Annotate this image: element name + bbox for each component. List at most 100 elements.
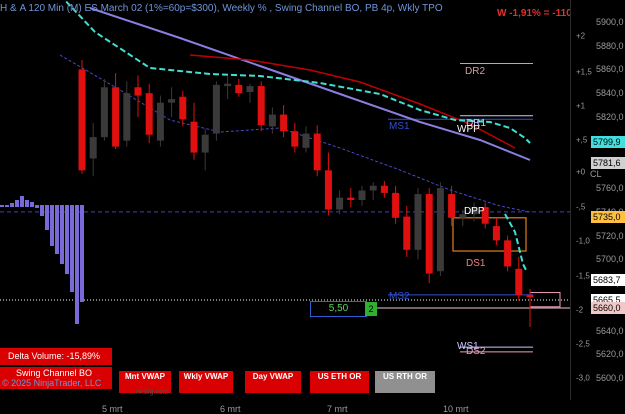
candle-body <box>224 83 232 87</box>
day-vwap-button[interactable]: Day VWAP <box>244 370 302 394</box>
histogram-bar <box>30 202 34 207</box>
watermark: nt-big.com <box>136 389 169 396</box>
histogram-bar <box>5 205 9 207</box>
candle-body <box>403 216 411 250</box>
candle-body <box>336 197 344 210</box>
histogram-bar <box>45 205 49 230</box>
candle-body <box>145 93 153 135</box>
histogram-bar <box>50 205 54 246</box>
candle-body <box>347 197 355 200</box>
price-tick-label: 5700,0 <box>596 254 624 265</box>
candle-body <box>235 84 243 94</box>
level-dpp: DPP <box>464 206 485 217</box>
histogram-bar <box>70 205 74 292</box>
level-ms2: MS2 <box>389 291 410 302</box>
price-tick-label: 5860,0 <box>596 64 624 75</box>
vwap-count-badge: 2 <box>365 302 377 316</box>
price-tick-label: 5840,0 <box>596 88 624 99</box>
price-tick-label: 5880,0 <box>596 40 624 51</box>
sigma-tick-label: +0 <box>576 167 586 177</box>
level-ds2: DS2 <box>466 346 486 357</box>
candle-body <box>246 86 254 93</box>
candle-body <box>156 102 164 141</box>
histogram-bar <box>40 205 44 216</box>
candle-body <box>280 114 288 132</box>
candle-body <box>414 194 422 250</box>
time-label-6-mrt: 6 mrt <box>220 404 241 414</box>
chart-window[interactable]: Н & A 120 Min (M) ES March 02 (1%=60p=$3… <box>0 0 625 414</box>
chart-title: Н & A 120 Min (M) ES March 02 (1%=60p=$3… <box>0 3 443 14</box>
price-marker: 5660,0 <box>591 302 625 314</box>
candle-body <box>302 133 310 148</box>
histogram-bar <box>80 205 84 302</box>
level-wpp: WPP <box>457 124 480 135</box>
sigma-tick-label: -,5 <box>576 202 586 212</box>
histogram-bar <box>65 205 69 274</box>
candle-body <box>492 226 500 241</box>
strategy-box: Swing Channel BO © 2025 NinjaTrader, LLC <box>0 367 112 389</box>
price-tick-label: 5720,0 <box>596 230 624 241</box>
candle-body <box>190 121 198 153</box>
price-marker: 5735,0 <box>591 211 625 223</box>
sigma-tick-label: -1,5 <box>576 271 590 281</box>
histogram-bar <box>75 205 79 324</box>
candle-body <box>168 99 176 103</box>
candle-body <box>358 190 366 200</box>
histogram-bar <box>55 205 59 254</box>
price-tick-label: 5600,0 <box>596 373 624 383</box>
candle-body <box>526 294 534 298</box>
candle-body <box>392 192 400 218</box>
copyright-text: © 2025 NinjaTrader, LLC <box>2 378 102 388</box>
candle-body <box>515 268 523 295</box>
histogram-bar <box>20 196 24 207</box>
price-tick-label: 5640,0 <box>596 325 624 336</box>
time-label-7-mrt: 7 mrt <box>327 404 348 414</box>
histogram-bar <box>10 203 14 207</box>
sigma-tick-label: -2 <box>576 305 584 315</box>
candle-body <box>380 185 388 193</box>
sigma-tick-label: -1,0 <box>576 236 590 246</box>
candle-body <box>425 194 433 274</box>
histogram-bar <box>25 200 29 207</box>
candle-body <box>212 84 220 134</box>
price-marker: 5781,6 <box>591 157 625 169</box>
price-tick-label: 5620,0 <box>596 349 624 360</box>
candle-body <box>369 185 377 191</box>
delta-volume-label: Delta Volume: -15,89% <box>0 348 112 365</box>
us-rth-or-button[interactable]: US RTH OR <box>374 370 436 394</box>
sigma-tick-label: -3,0 <box>576 373 590 383</box>
candle-body <box>201 134 209 153</box>
candle-body <box>112 87 120 147</box>
sigma-tick-label: +1,5 <box>576 67 592 77</box>
cl-label: CL <box>590 169 602 179</box>
price-marker: 5683,7 <box>591 274 625 286</box>
candle-body <box>123 93 131 141</box>
candle-body <box>504 240 512 267</box>
histogram-bar <box>60 205 64 264</box>
histogram-bar <box>0 205 4 207</box>
candle-body <box>268 114 276 127</box>
candle-body <box>313 133 321 171</box>
sigma-tick-label: +,5 <box>576 135 588 145</box>
level-dr2: DR2 <box>465 66 486 77</box>
price-tick-label: 5820,0 <box>596 111 624 122</box>
price-marker: 5799,9 <box>591 136 625 148</box>
candle-body <box>89 137 97 159</box>
time-label-5-mrt: 5 mrt <box>102 404 123 414</box>
wkly-vwap-button[interactable]: Wkly VWAP <box>178 370 234 394</box>
level-ms1: MS1 <box>389 121 410 132</box>
candle-body <box>179 96 187 120</box>
candle-body <box>291 131 299 147</box>
candle-body <box>448 194 456 218</box>
candle-body <box>324 170 332 210</box>
long-ma-line <box>89 7 531 161</box>
histogram-bar <box>15 200 19 207</box>
candle-body <box>100 87 108 138</box>
candle-body <box>134 87 142 96</box>
candle-body <box>78 69 86 171</box>
price-tick-label: 5760,0 <box>596 183 624 194</box>
us-eth-or-button[interactable]: US ETH OR <box>309 370 370 394</box>
price-tick-label: 5900,0 <box>596 17 624 27</box>
candle-body <box>257 86 265 126</box>
time-label-10-mrt: 10 mrt <box>443 404 469 414</box>
